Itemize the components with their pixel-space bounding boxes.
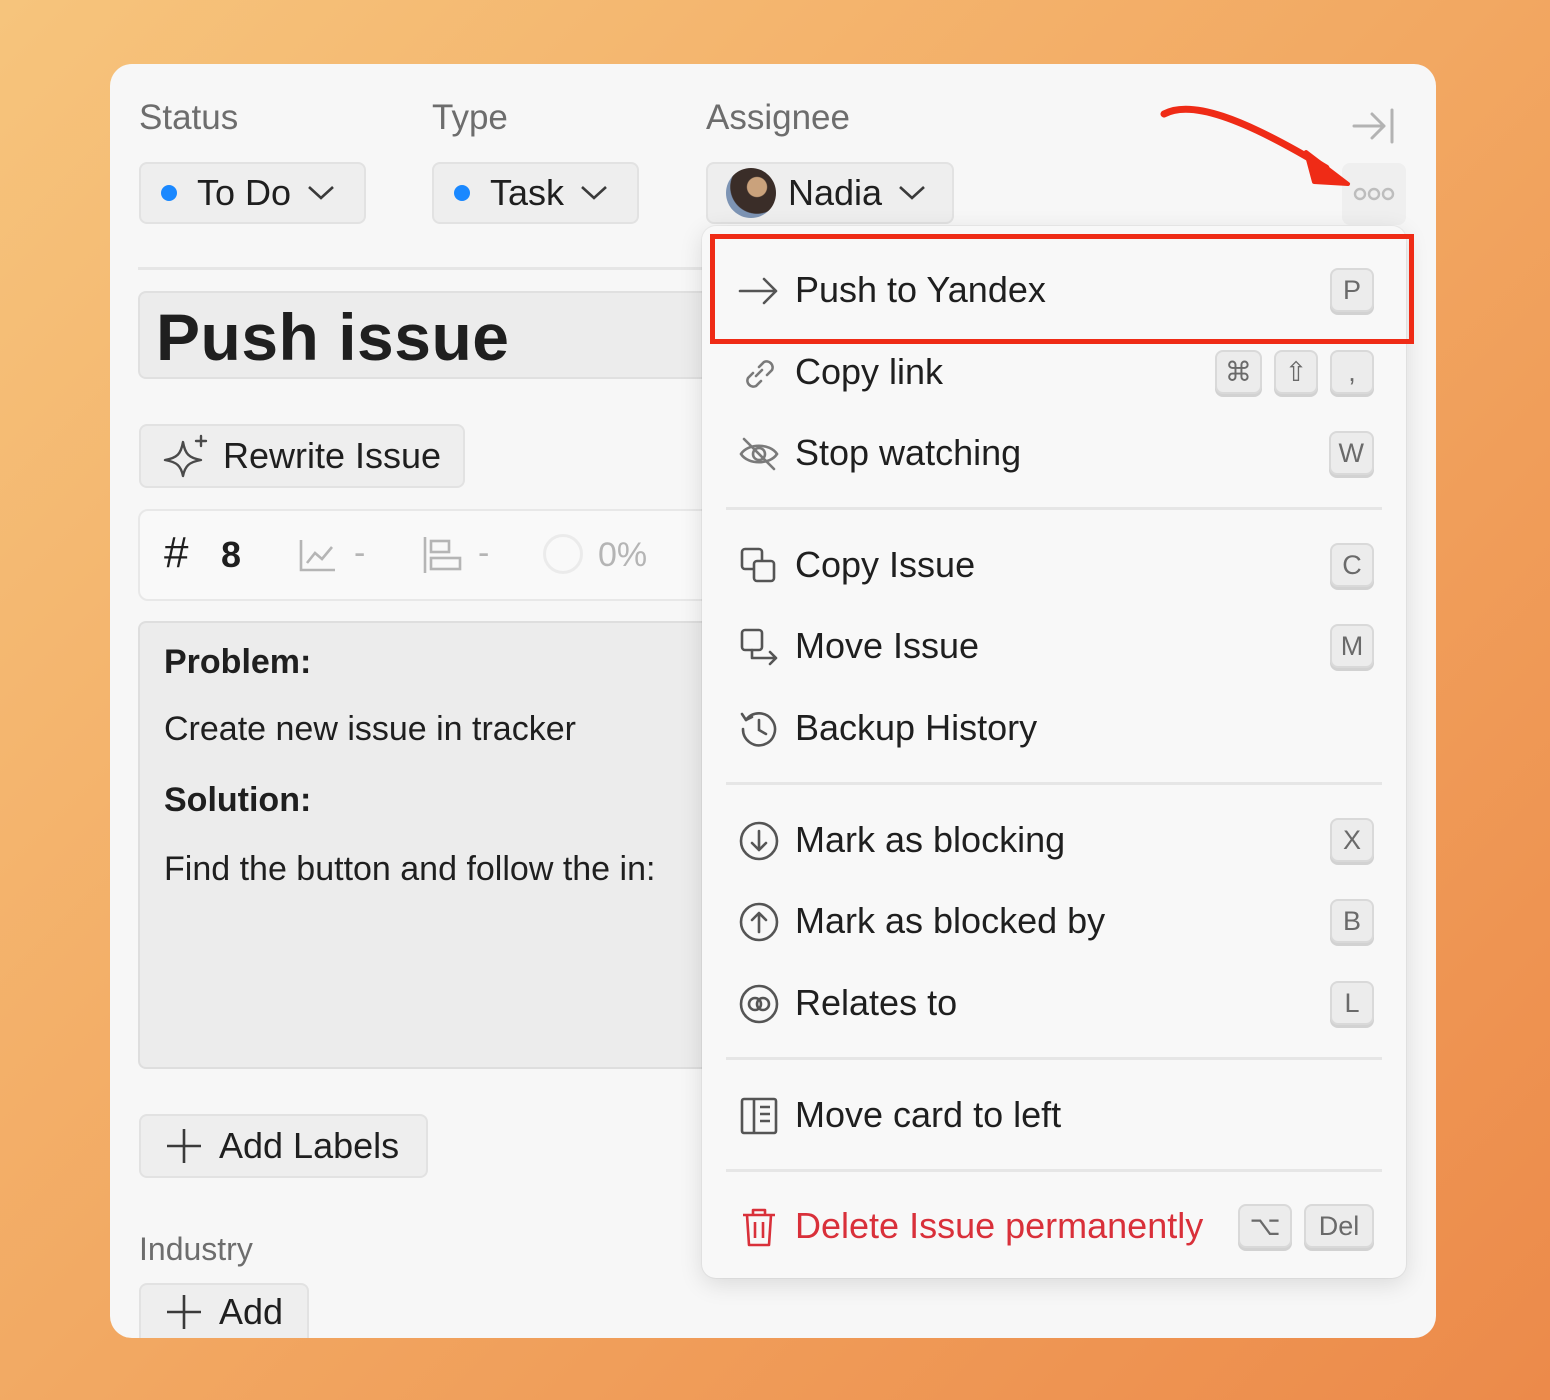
assignee-label: Assignee: [706, 98, 850, 137]
more-options-menu: Push to Yandex P Copy link ⌘ ⇧ , Stop wa…: [702, 226, 1406, 1278]
menu-item-label: Move card to left: [795, 1094, 1062, 1135]
issue-number: 8: [221, 534, 242, 575]
copy-icon: [738, 545, 780, 587]
menu-item-label: Backup History: [795, 707, 1038, 748]
menu-item-label: Mark as blocking: [795, 819, 1066, 860]
shortcut-key: ⇧: [1274, 350, 1318, 394]
add-labels-label: Add Labels: [219, 1125, 400, 1166]
rewrite-issue-label: Rewrite Issue: [223, 435, 442, 476]
menu-item-move-card-to-left[interactable]: Move card to left: [702, 1075, 1406, 1155]
menu-item-stop-watching[interactable]: Stop watching W: [702, 413, 1406, 493]
menu-item-label: Move Issue: [795, 625, 980, 666]
add-labels-button[interactable]: Add Labels: [139, 1114, 428, 1178]
estimate-icon[interactable]: [298, 537, 338, 578]
status-dropdown[interactable]: To Do: [139, 162, 366, 224]
menu-divider: [726, 1057, 1382, 1060]
chevron-down-icon: [307, 185, 335, 201]
estimate-value: -: [354, 534, 366, 572]
priority-icon[interactable]: [422, 535, 464, 580]
menu-item-delete-issue[interactable]: Delete Issue permanently ⌥ Del: [702, 1186, 1406, 1266]
status-dot: [161, 185, 177, 201]
menu-item-label: Mark as blocked by: [795, 900, 1106, 941]
shortcut-key: M: [1330, 624, 1374, 668]
shortcut-key: Del: [1304, 1204, 1374, 1248]
shortcut-key: ⌥: [1238, 1204, 1292, 1248]
menu-item-copy-link[interactable]: Copy link ⌘ ⇧ ,: [702, 332, 1406, 412]
panel-left-icon: [738, 1095, 780, 1137]
avatar: [726, 168, 776, 218]
problem-heading: Problem:: [164, 643, 312, 681]
solution-text: Find the button and follow the in:: [164, 850, 656, 888]
type-dropdown[interactable]: Task: [432, 162, 639, 224]
rewrite-issue-button[interactable]: Rewrite Issue: [139, 424, 465, 488]
shortcut-key: W: [1328, 431, 1374, 475]
menu-item-copy-issue[interactable]: Copy Issue C: [702, 525, 1406, 605]
industry-label: Industry: [139, 1231, 253, 1267]
progress-ring-icon: [543, 534, 583, 574]
menu-item-mark-as-blocking[interactable]: Mark as blocking X: [702, 800, 1406, 880]
type-label: Type: [432, 98, 508, 137]
trash-icon: [738, 1206, 780, 1248]
eye-off-icon: [738, 433, 780, 475]
shortcut-key: ⌘: [1215, 350, 1262, 394]
assignee-value: Nadia: [788, 172, 883, 213]
issue-title[interactable]: Push issue: [138, 291, 738, 379]
move-icon: [738, 626, 780, 668]
menu-item-label: Relates to: [795, 982, 958, 1023]
progress-value: 0%: [598, 536, 648, 574]
shortcut-key: ,: [1330, 350, 1374, 394]
menu-item-backup-history[interactable]: Backup History: [702, 688, 1406, 768]
menu-item-relates-to[interactable]: Relates to L: [702, 963, 1406, 1043]
menu-item-mark-as-blocked-by[interactable]: Mark as blocked by B: [702, 881, 1406, 961]
header-divider: [138, 267, 708, 270]
plus-icon: [165, 1127, 203, 1165]
link-icon: [738, 352, 780, 394]
type-value: Task: [490, 172, 565, 213]
menu-item-label: Copy link: [795, 351, 944, 392]
menu-divider: [726, 782, 1382, 785]
issue-description[interactable]: Problem: Create new issue in tracker Sol…: [138, 621, 738, 1069]
highlight-box: [710, 234, 1414, 344]
link-circle-icon: [738, 983, 780, 1025]
menu-item-move-issue[interactable]: Move Issue M: [702, 606, 1406, 686]
add-industry-button[interactable]: Add: [139, 1283, 309, 1338]
menu-divider: [726, 507, 1382, 510]
menu-divider: [726, 1169, 1382, 1172]
add-industry-label: Add: [219, 1290, 284, 1332]
chevron-down-icon: [580, 185, 608, 201]
shortcut-key: L: [1330, 981, 1374, 1025]
assignee-dropdown[interactable]: Nadia: [706, 162, 954, 224]
type-dot: [454, 185, 470, 201]
solution-heading: Solution:: [164, 781, 312, 819]
status-label: Status: [139, 98, 239, 137]
menu-item-label: Copy Issue: [795, 544, 976, 585]
shortcut-key: X: [1330, 818, 1374, 862]
status-value: To Do: [197, 172, 292, 213]
arrow-up-circle-icon: [738, 901, 780, 943]
annotation-arrow: [1160, 105, 1350, 186]
priority-value: -: [478, 534, 490, 572]
menu-item-label: Stop watching: [795, 432, 1022, 473]
shortcut-key: B: [1330, 899, 1374, 943]
arrow-down-circle-icon: [738, 820, 780, 862]
sparkle-icon: [163, 434, 211, 478]
issue-number-symbol: #: [164, 528, 189, 577]
history-icon: [738, 708, 780, 750]
menu-item-label: Delete Issue permanently: [795, 1205, 1204, 1246]
chevron-down-icon: [898, 185, 926, 201]
problem-text: Create new issue in tracker: [164, 710, 576, 748]
shortcut-key: C: [1330, 543, 1374, 587]
plus-icon: [165, 1293, 203, 1331]
